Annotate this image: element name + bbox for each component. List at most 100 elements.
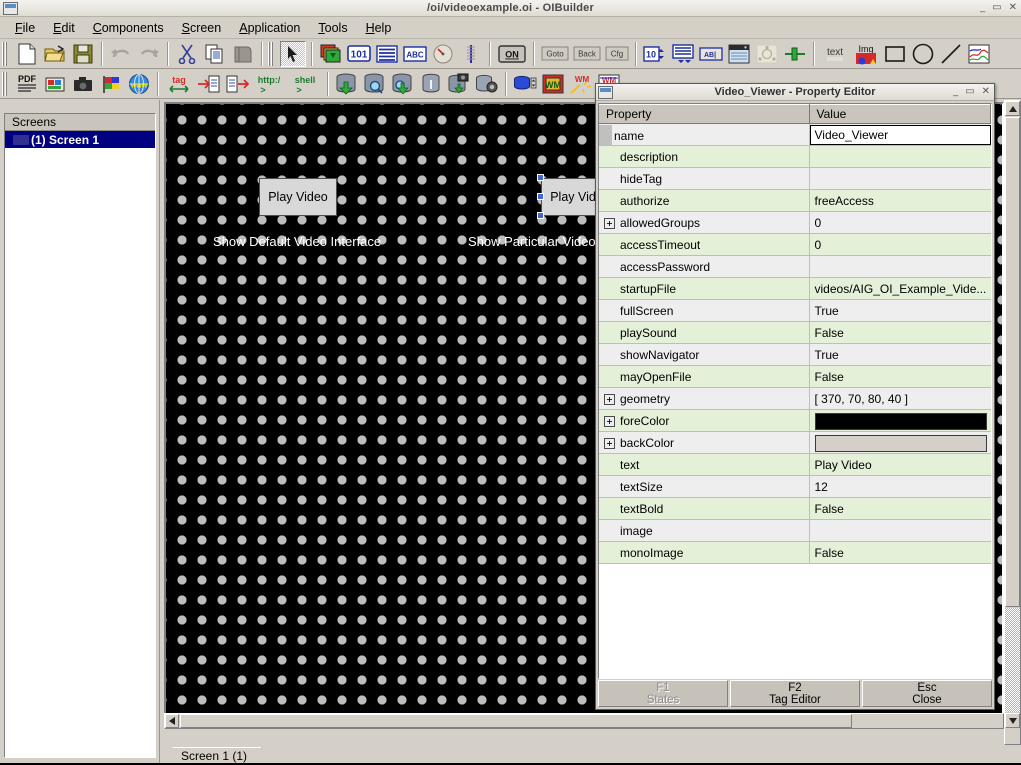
connector-icon[interactable] [782,41,808,67]
gauge-icon[interactable] [430,41,456,67]
property-value-cell[interactable]: False [809,542,991,564]
http-script-icon[interactable]: http:/> [252,71,286,97]
cfg-button-icon[interactable]: Cfg [604,41,630,67]
text-lines-icon[interactable] [374,41,400,67]
image-tool-icon[interactable]: Img [852,41,880,67]
network-node-icon[interactable] [754,41,780,67]
db-snapshot-icon[interactable] [446,71,472,97]
db-edit-icon[interactable] [418,71,444,97]
screens-tree[interactable]: Screens (1) Screen 1 [4,113,156,758]
db-load-icon[interactable] [362,71,388,97]
property-row[interactable]: hideTag [599,168,991,190]
expand-icon[interactable] [604,438,615,449]
property-row[interactable]: foreColor [599,410,991,432]
property-value-cell[interactable]: False [809,498,991,520]
pdf-report-icon[interactable]: PDF [14,71,40,97]
vscroll-thumb[interactable] [1005,117,1020,607]
property-grid[interactable]: Property Value nameVideo_Viewerdescripti… [598,103,992,679]
back-button-icon[interactable]: Back [572,41,602,67]
minimize-icon[interactable]: _ [980,3,985,13]
tag-export-icon[interactable] [224,71,250,97]
property-value-cell[interactable]: 12 [809,476,991,498]
db-save-icon[interactable] [334,71,360,97]
window-controls[interactable]: _ ▭ ✕ [980,3,1017,13]
property-value-cell[interactable]: Play Video [809,454,991,476]
color-swatch[interactable] [815,413,987,430]
menu-screen[interactable]: Screen [173,19,231,37]
tag-browser-icon[interactable]: tag [164,71,194,97]
select-pointer-icon[interactable] [280,41,306,67]
numeric-101-icon[interactable]: 101 [346,41,372,67]
undo-icon[interactable] [108,41,134,67]
abc-entry-icon[interactable]: AB| [698,41,724,67]
menu-components[interactable]: Components [84,19,173,37]
color-swatch[interactable] [815,435,987,452]
paste-icon[interactable] [230,41,256,67]
tag-import-icon[interactable] [196,71,222,97]
property-row[interactable]: showNavigatorTrue [599,344,991,366]
property-row[interactable]: nameVideo_Viewer [599,124,991,146]
wm-wizard-icon[interactable]: WM [568,71,594,97]
property-row[interactable]: fullScreenTrue [599,300,991,322]
wm-window-icon[interactable]: WM [540,71,566,97]
goto-button-icon[interactable]: Goto [540,41,570,67]
rectangle-tool-icon[interactable] [882,41,908,67]
property-row[interactable]: accessTimeout0 [599,234,991,256]
property-editor-window-controls[interactable]: _ ▭ ✕ [953,87,990,97]
menu-help[interactable]: Help [357,19,401,37]
toolbar-grip[interactable] [2,42,9,66]
line-tool-icon[interactable] [938,41,964,67]
play-video-button-default[interactable]: Play Video [259,178,337,216]
property-row[interactable]: allowedGroups0 [599,212,991,234]
property-value-cell[interactable]: videos/AIG_OI_Example_Vide... [809,278,991,300]
expand-icon[interactable] [604,394,615,405]
tag-editor-button[interactable]: F2 Tag Editor [730,680,860,707]
property-value-cell[interactable]: True [809,300,991,322]
trend-chart-icon[interactable] [966,41,992,67]
screenshot-icon[interactable] [42,71,68,97]
property-editor-maximize-icon[interactable]: ▭ [965,87,974,97]
close-button[interactable]: Esc Close [862,680,992,707]
db-query-icon[interactable] [390,71,416,97]
scroll-down-icon[interactable] [1005,713,1020,728]
property-row[interactable]: mayOpenFileFalse [599,366,991,388]
canvas-hscrollbar[interactable] [164,713,1004,729]
property-row[interactable]: textBoldFalse [599,498,991,520]
property-row[interactable]: accessPassword [599,256,991,278]
property-value-cell[interactable] [809,168,991,190]
property-value-cell[interactable]: freeAccess [809,190,991,212]
selection-handle-ml[interactable] [537,193,544,200]
www-globe-icon[interactable]: www [126,71,152,97]
property-row[interactable]: textSize12 [599,476,991,498]
property-row[interactable]: textPlay Video [599,454,991,476]
copy-icon[interactable] [202,41,228,67]
property-row[interactable]: authorizefreeAccess [599,190,991,212]
property-editor-minimize-icon[interactable]: _ [953,87,958,97]
save-disk-icon[interactable] [70,41,96,67]
ellipse-tool-icon[interactable] [910,41,936,67]
scroll-left-icon[interactable] [165,714,179,728]
text-tool-icon[interactable]: text [820,41,850,67]
property-row[interactable]: playSoundFalse [599,322,991,344]
property-value-cell[interactable]: False [809,366,991,388]
shell-script-icon[interactable]: shell> [288,71,322,97]
scroll-up-icon[interactable] [1005,101,1020,116]
property-value-cell[interactable] [809,520,991,542]
property-value-cell[interactable]: False [809,322,991,344]
property-row[interactable]: description [599,146,991,168]
property-value-cell[interactable]: 0 [809,234,991,256]
menu-edit[interactable]: Edit [44,19,84,37]
spinbox-10-icon[interactable]: 10 [642,41,668,67]
property-value-cell[interactable] [809,410,991,432]
property-row[interactable]: geometry[ 370, 70, 80, 40 ] [599,388,991,410]
menu-tools[interactable]: Tools [309,19,356,37]
close-icon[interactable]: ✕ [1009,3,1017,13]
flag-icon[interactable] [98,71,124,97]
property-value-cell[interactable]: 0 [809,212,991,234]
vscroll-track[interactable] [1005,608,1020,712]
slider-icon[interactable] [458,41,484,67]
selection-handle-bl[interactable] [537,212,544,219]
abc-label-icon[interactable]: ABC [402,41,428,67]
property-row[interactable]: backColor [599,432,991,454]
tab-screen-1[interactable]: Screen 1 (1) [165,747,262,764]
